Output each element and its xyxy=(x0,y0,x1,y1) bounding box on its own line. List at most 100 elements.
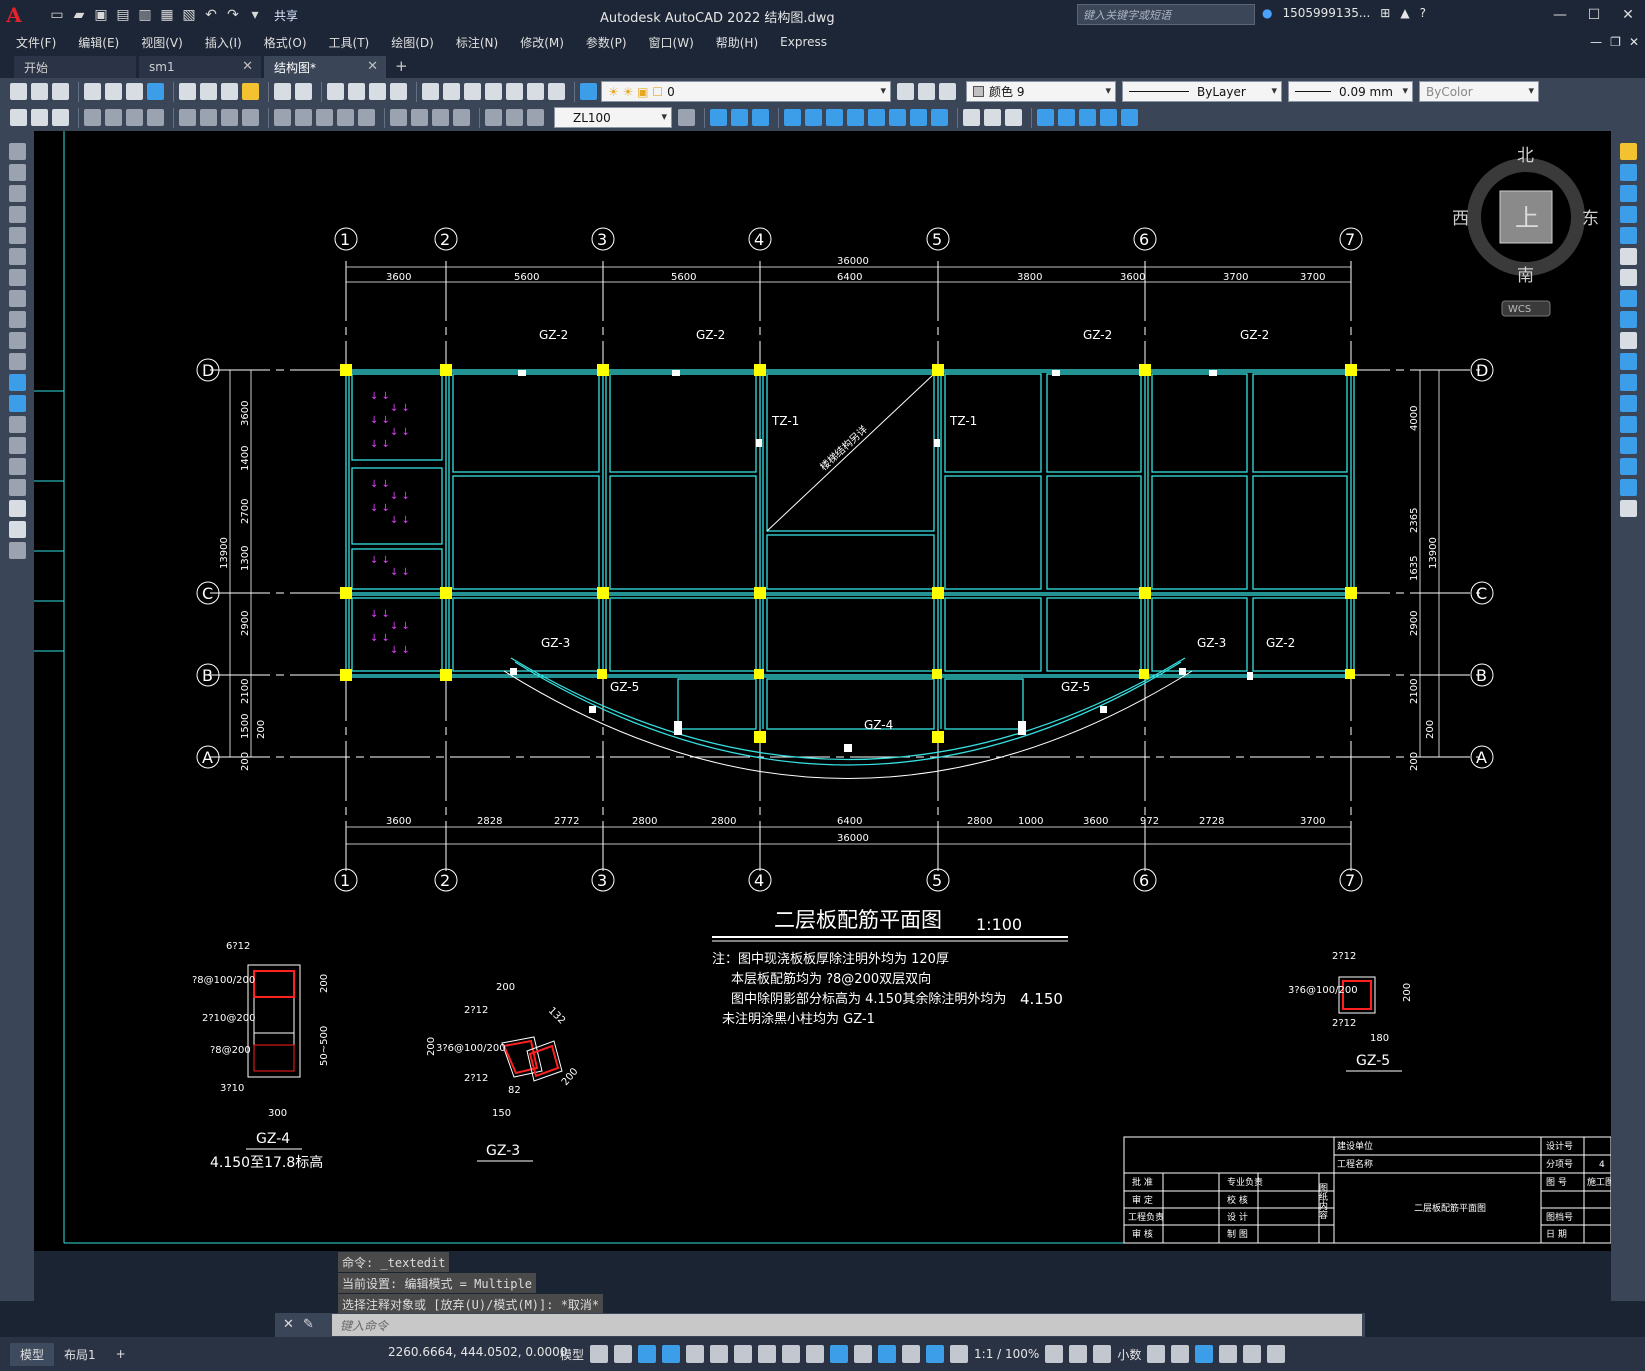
autocad-logo-icon[interactable]: A xyxy=(0,0,28,30)
modeling-tool-icon[interactable] xyxy=(784,109,801,126)
cart-icon[interactable]: ⊞ xyxy=(1380,6,1390,20)
grid-icon[interactable] xyxy=(590,1345,609,1363)
user-icon[interactable]: ● xyxy=(1262,6,1272,20)
new-file-icon[interactable]: ▭ xyxy=(48,6,66,24)
construction-line-icon[interactable] xyxy=(8,164,26,181)
redo-icon[interactable] xyxy=(295,83,312,100)
space-toggle[interactable]: 模型 xyxy=(560,1346,584,1363)
quick-dimension-icon[interactable] xyxy=(274,109,291,126)
linetype-dropdown[interactable]: ByLayer xyxy=(1122,81,1282,102)
polar-icon[interactable] xyxy=(662,1345,681,1363)
polyline-icon[interactable] xyxy=(8,185,26,202)
jogged-linear-icon[interactable] xyxy=(453,109,470,126)
dynamic-ucs-icon[interactable] xyxy=(830,1345,849,1363)
menu-window[interactable]: 窗口(W) xyxy=(649,34,694,51)
tool-palettes-icon[interactable] xyxy=(464,83,481,100)
close-icon[interactable]: ✕ xyxy=(1611,0,1645,30)
pan-icon[interactable] xyxy=(327,83,344,100)
trim-icon[interactable] xyxy=(1619,332,1637,349)
hatch-icon[interactable] xyxy=(8,437,26,454)
layer-dropdown[interactable]: ☀ ☀ ▣ ☐ 0 xyxy=(601,81,891,102)
solid-tool-icon[interactable] xyxy=(731,109,748,126)
break-at-point-icon[interactable] xyxy=(1619,374,1637,391)
visual-style-icon[interactable] xyxy=(984,109,1001,126)
annotation-visibility-icon[interactable] xyxy=(902,1345,921,1363)
menu-modify[interactable]: 修改(M) xyxy=(520,34,564,51)
rotate-icon[interactable] xyxy=(1619,269,1637,286)
add-selected-icon[interactable] xyxy=(8,542,26,559)
isodraft-icon[interactable] xyxy=(686,1345,705,1363)
save-as-icon[interactable]: ▤ xyxy=(114,6,132,24)
break-icon[interactable] xyxy=(1619,395,1637,412)
open-icon[interactable] xyxy=(31,83,48,100)
plotstyle-dropdown[interactable]: ByColor xyxy=(1419,81,1539,102)
menu-parametric[interactable]: 参数(P) xyxy=(586,34,627,51)
account-icon[interactable]: ▲ xyxy=(1400,6,1409,20)
explode-icon[interactable] xyxy=(1619,500,1637,517)
graphics-performance-icon[interactable] xyxy=(1219,1345,1238,1363)
snap-icon[interactable] xyxy=(614,1345,633,1363)
menu-dimension[interactable]: 标注(N) xyxy=(456,34,498,51)
multiline-text-icon[interactable] xyxy=(8,521,26,538)
viewcube[interactable]: 上 北 南 东 西 WCS xyxy=(1452,146,1599,317)
circle-icon[interactable] xyxy=(8,269,26,286)
tab-sm1[interactable]: sm1 ✕ xyxy=(139,56,261,78)
baseline-dimension-icon[interactable] xyxy=(295,109,312,126)
minimize-icon[interactable]: — xyxy=(1543,0,1577,30)
modeling-tool-icon[interactable] xyxy=(805,109,822,126)
fillet-icon[interactable] xyxy=(1619,458,1637,475)
doc-close-icon[interactable]: ✕ xyxy=(1629,35,1639,49)
polygon-icon[interactable] xyxy=(8,206,26,223)
visual-style-icon[interactable] xyxy=(1005,109,1022,126)
close-icon[interactable]: ✕ xyxy=(242,59,253,74)
help-icon[interactable] xyxy=(548,83,565,100)
design-center-icon[interactable] xyxy=(443,83,460,100)
spline-icon[interactable] xyxy=(8,311,26,328)
dimension-space-icon[interactable] xyxy=(337,109,354,126)
ellipse-arc-icon[interactable] xyxy=(8,353,26,370)
array-icon[interactable] xyxy=(1619,227,1637,244)
revision-cloud-icon[interactable] xyxy=(8,290,26,307)
menu-tools[interactable]: 工具(T) xyxy=(329,34,370,51)
continue-dimension-icon[interactable] xyxy=(316,109,333,126)
isolate-objects-icon[interactable] xyxy=(1195,1345,1214,1363)
dim-tool-icon[interactable] xyxy=(31,109,48,126)
dimension-style-dropdown[interactable]: ZL100 xyxy=(554,107,672,128)
modeling-tool-icon[interactable] xyxy=(910,109,927,126)
object-snap-icon[interactable] xyxy=(734,1345,753,1363)
radius-dimension-icon[interactable] xyxy=(179,109,196,126)
zoom-previous-icon[interactable] xyxy=(390,83,407,100)
new-icon[interactable] xyxy=(10,83,27,100)
object-snap-tracking-icon[interactable] xyxy=(710,1345,729,1363)
lineweight-dropdown[interactable]: 0.09 mm xyxy=(1288,81,1413,102)
ortho-icon[interactable] xyxy=(638,1345,657,1363)
cut-icon[interactable] xyxy=(179,83,196,100)
dim-tool-icon[interactable] xyxy=(10,109,27,126)
arc-length-icon[interactable] xyxy=(126,109,143,126)
web-icon[interactable] xyxy=(147,83,164,100)
selection-filter-icon[interactable] xyxy=(854,1345,873,1363)
layer-properties-icon[interactable] xyxy=(580,83,597,100)
tab-layout1[interactable]: 布局1 xyxy=(54,1343,106,1366)
center-mark-icon[interactable] xyxy=(411,109,428,126)
annotation-scale-icon[interactable] xyxy=(950,1345,969,1363)
markup-icon[interactable] xyxy=(506,83,523,100)
sheet-set-icon[interactable] xyxy=(485,83,502,100)
add-layout-icon[interactable]: + xyxy=(106,1344,136,1364)
table-icon[interactable] xyxy=(8,500,26,517)
gizmo-icon[interactable] xyxy=(878,1345,897,1363)
dimension-text-edit-icon[interactable] xyxy=(506,109,523,126)
properties-icon[interactable] xyxy=(422,83,439,100)
units-value[interactable]: 小数 xyxy=(1117,1346,1141,1363)
chamfer-icon[interactable] xyxy=(1619,437,1637,454)
doc-restore-icon[interactable]: ❐ xyxy=(1610,35,1621,49)
menu-help[interactable]: 帮助(H) xyxy=(716,34,758,51)
lineweight-icon[interactable] xyxy=(758,1345,777,1363)
zoom-realtime-icon[interactable] xyxy=(348,83,365,100)
region-icon[interactable] xyxy=(8,479,26,496)
import-icon[interactable]: ▥ xyxy=(136,6,154,24)
undo-icon[interactable] xyxy=(274,83,291,100)
aligned-dimension-icon[interactable] xyxy=(105,109,122,126)
publish-icon[interactable] xyxy=(126,83,143,100)
clean-screen-icon[interactable] xyxy=(1243,1345,1262,1363)
